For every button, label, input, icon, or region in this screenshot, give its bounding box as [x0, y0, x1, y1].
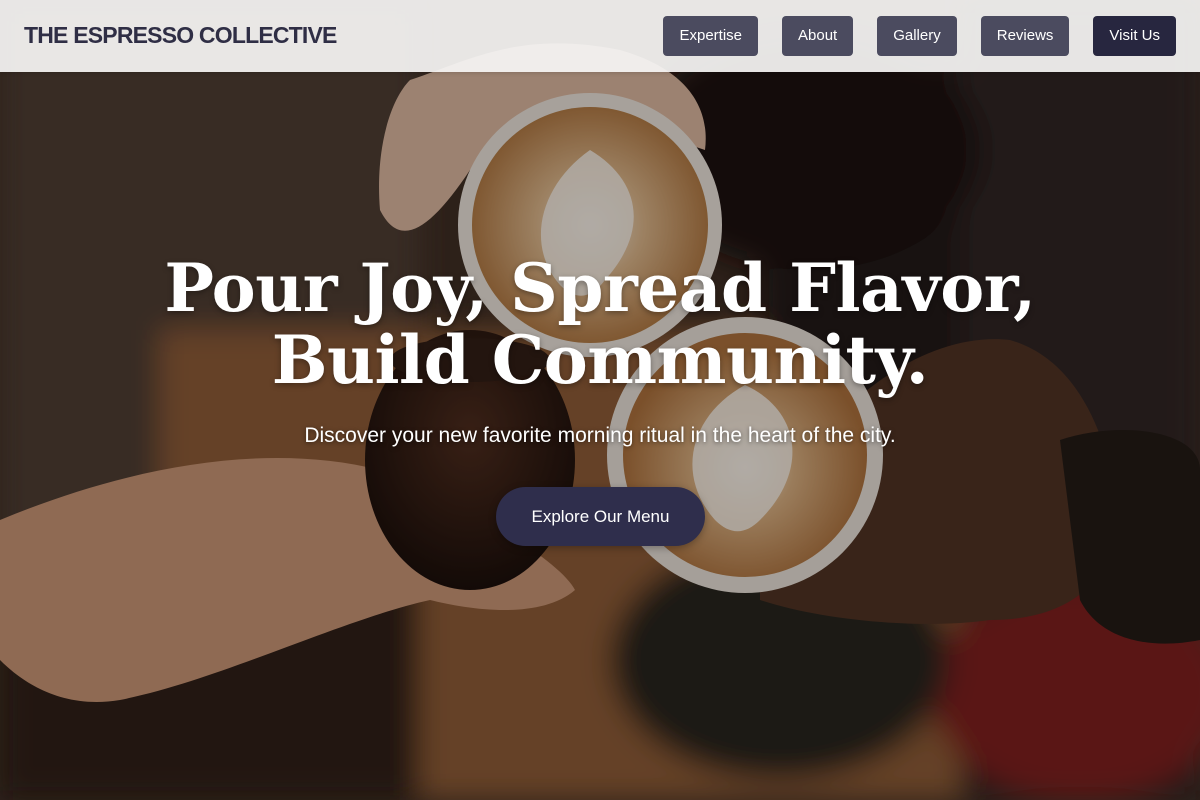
nav-button-reviews[interactable]: Reviews: [980, 16, 1070, 56]
nav-button-expertise[interactable]: Expertise: [663, 16, 759, 56]
nav-button-visit-us[interactable]: Visit Us: [1093, 16, 1176, 56]
nav-button-about[interactable]: About: [782, 16, 854, 56]
nav-button-gallery[interactable]: Gallery: [877, 16, 957, 56]
nav-links: Expertise About Gallery Reviews Visit Us: [663, 16, 1176, 56]
hero-overlay: [0, 0, 1200, 800]
hero-headline-line-2: Build Community.: [271, 321, 929, 399]
hero-headline-line-1: Pour Joy, Spread Flavor,: [164, 249, 1036, 327]
hero-subtitle: Discover your new favorite morning ritua…: [304, 424, 896, 447]
top-navigation-bar: THE ESPRESSO COLLECTIVE Expertise About …: [0, 0, 1200, 72]
explore-menu-button[interactable]: Explore Our Menu: [496, 487, 705, 546]
brand-logo-text[interactable]: THE ESPRESSO COLLECTIVE: [24, 22, 337, 49]
hero-headline: Pour Joy, Spread Flavor, Build Community…: [0, 252, 1200, 396]
